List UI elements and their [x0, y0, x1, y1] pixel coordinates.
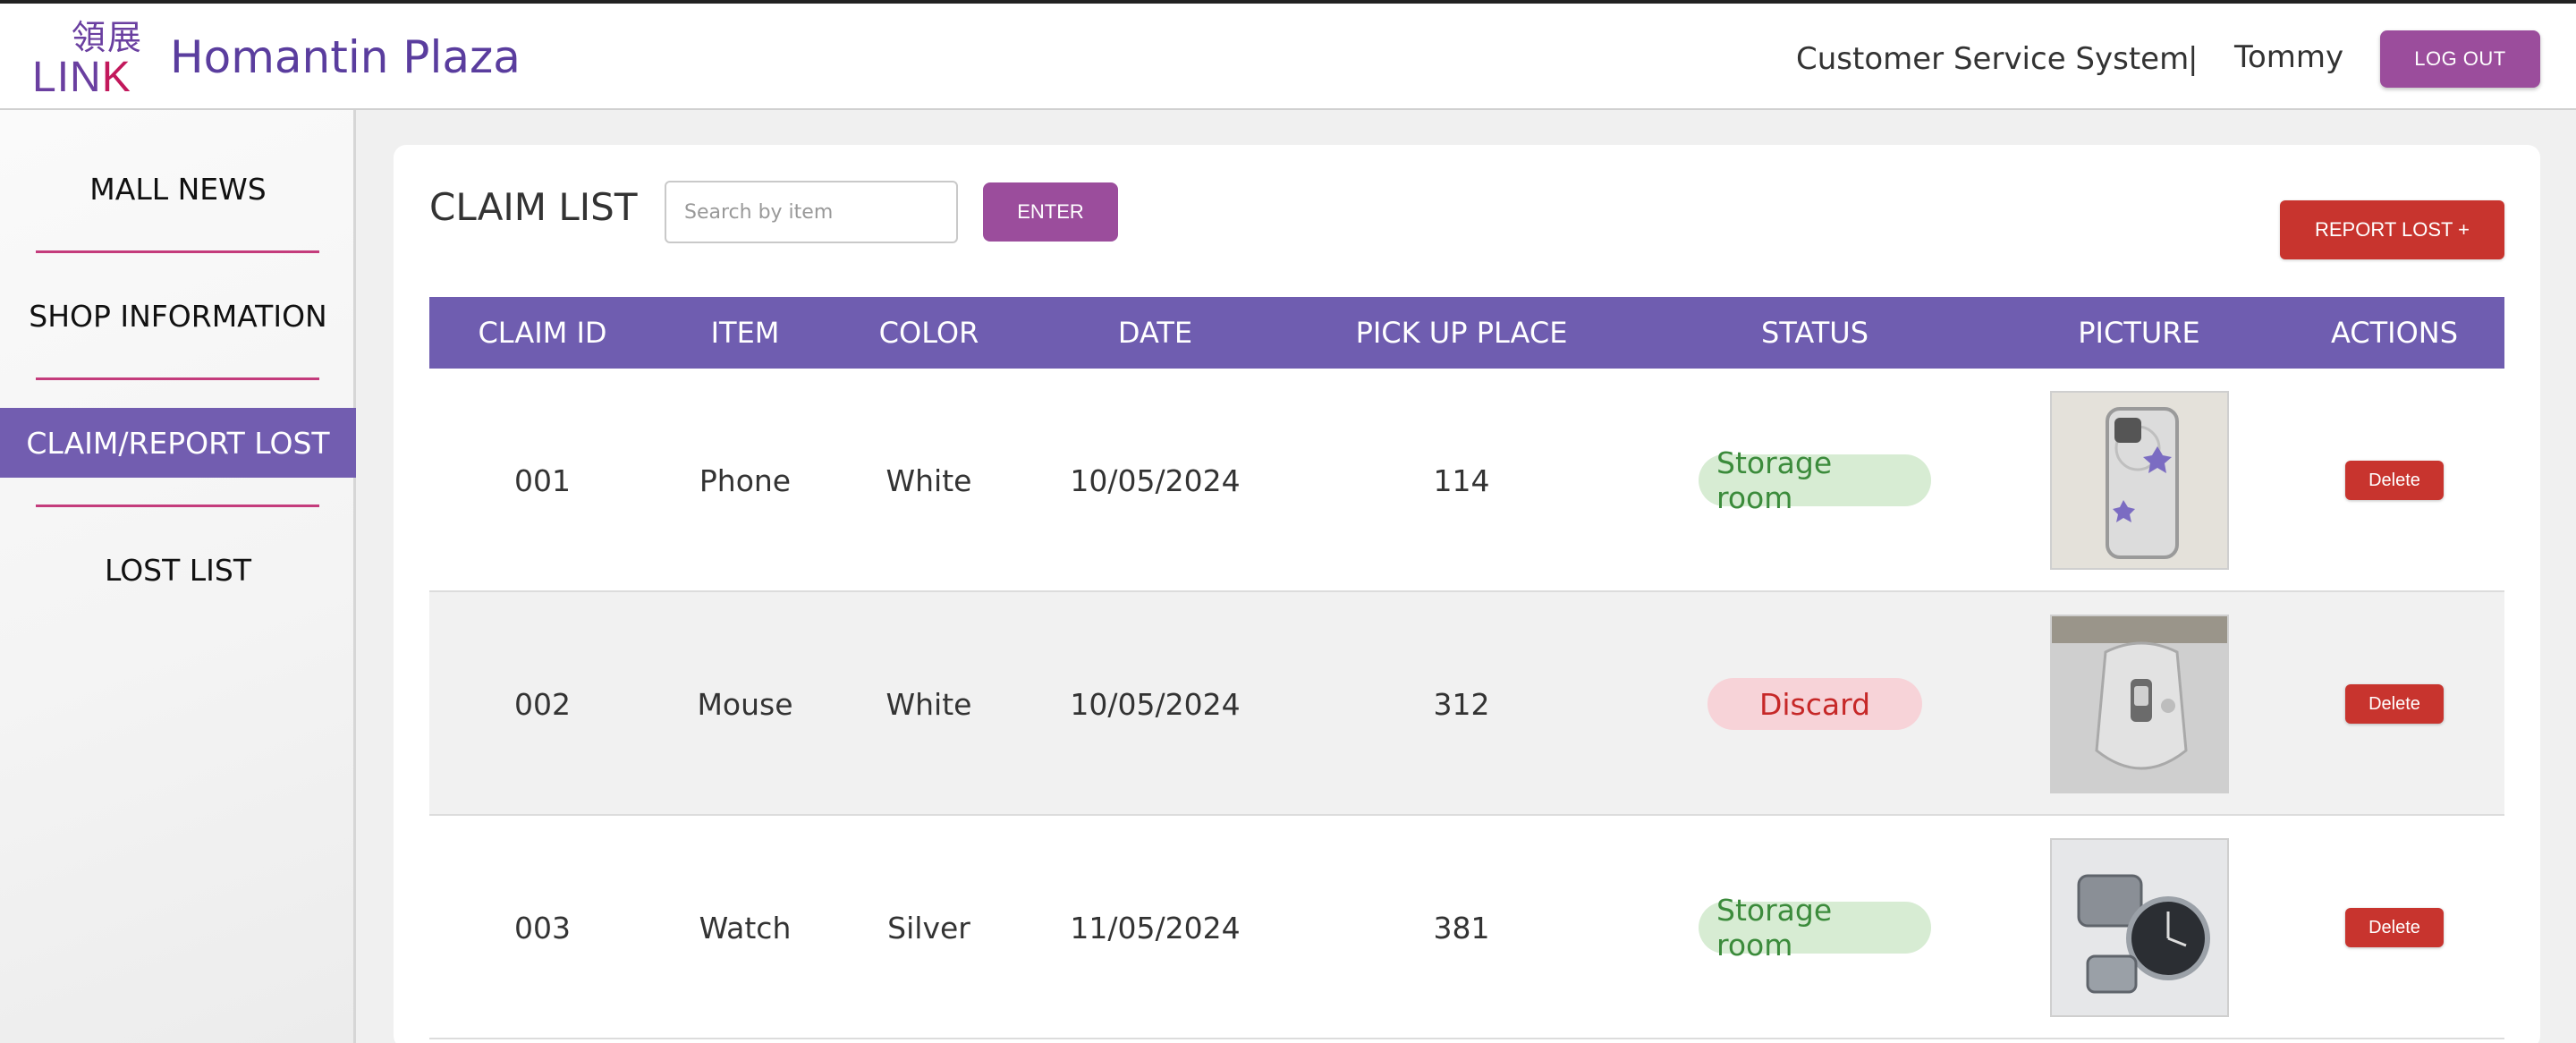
- status-cell: Storage room: [1636, 369, 1994, 592]
- item-cell: Mouse: [697, 686, 793, 722]
- claim-list-card: CLAIM LIST ENTER REPORT LOST + CLAIM ID …: [394, 145, 2540, 1043]
- mouse-photo[interactable]: [2049, 615, 2229, 793]
- actions-cell: Delete: [2284, 816, 2504, 1039]
- phone-photo[interactable]: [2049, 391, 2229, 570]
- delete-button[interactable]: Delete: [2345, 908, 2444, 947]
- pick-up-place-cell: 381: [1433, 910, 1490, 945]
- sidebar-separator: [36, 377, 319, 380]
- logo-wordmark: LINK: [32, 54, 131, 101]
- status-badge: Discard: [1707, 678, 1922, 730]
- column-header-pick-up-place[interactable]: PICK UP PLACE: [1287, 297, 1636, 369]
- logout-button[interactable]: LOG OUT: [2380, 30, 2540, 88]
- pick-up-place-cell: 312: [1433, 686, 1490, 722]
- actions-cell: Delete: [2284, 369, 2504, 592]
- header-separator: |: [2188, 41, 2199, 77]
- delete-button[interactable]: Delete: [2345, 461, 2444, 500]
- status-cell: Storage room: [1636, 816, 1994, 1039]
- top-header: 領展 LINK Homantin Plaza Customer Service …: [0, 0, 2576, 110]
- pick-up-place-cell: 114: [1433, 462, 1490, 498]
- date-cell: 11/05/2024: [1070, 910, 1241, 945]
- picture-cell: [1994, 369, 2284, 592]
- table-row: 002 Mouse White 10/05/2024 312 Discard D…: [429, 592, 2504, 816]
- date-cell: 10/05/2024: [1070, 686, 1241, 722]
- column-header-picture: PICTURE: [2078, 316, 2200, 350]
- user-name: Tommy: [2234, 39, 2344, 75]
- table-row: 003 Watch Silver 11/05/2024 381 Storage …: [429, 816, 2504, 1039]
- delete-button[interactable]: Delete: [2345, 684, 2444, 724]
- claim-id-cell: 003: [514, 910, 571, 945]
- column-header-date[interactable]: DATE: [1023, 297, 1287, 369]
- table-row: 001 Phone White 10/05/2024 114 Storage r…: [429, 369, 2504, 592]
- link-logo[interactable]: 領展 LINK: [32, 18, 148, 101]
- page-title: CLAIM LIST: [429, 185, 638, 229]
- claim-id-cell: 002: [514, 686, 571, 722]
- table-header: CLAIM ID ITEM COLOR DATE PICK UP PLACE S…: [429, 297, 2504, 369]
- item-cell: Phone: [699, 462, 792, 498]
- sidebar-item-lost-list[interactable]: LOST LIST: [0, 535, 356, 605]
- status-cell: Discard: [1636, 592, 1994, 816]
- sidebar-item-mall-news[interactable]: MALL NEWS: [0, 154, 356, 224]
- report-lost-button[interactable]: REPORT LOST +: [2280, 200, 2504, 259]
- actions-cell: Delete: [2284, 592, 2504, 816]
- date-cell: 10/05/2024: [1070, 462, 1241, 498]
- status-badge: Storage room: [1699, 445, 1931, 515]
- claim-table: CLAIM ID ITEM COLOR DATE PICK UP PLACE S…: [429, 297, 2504, 1039]
- search-input[interactable]: [665, 181, 958, 243]
- status-badge: Storage room: [1699, 893, 1931, 962]
- sidebar-separator: [36, 505, 319, 507]
- picture-cell: [1994, 816, 2284, 1039]
- claim-id-cell: 001: [514, 462, 571, 498]
- system-title: Customer Service System: [1796, 41, 2190, 77]
- column-header-color[interactable]: COLOR: [835, 297, 1023, 369]
- column-header-actions: ACTIONS: [2330, 316, 2459, 350]
- watch-photo[interactable]: [2049, 838, 2229, 1017]
- column-header-claim-id[interactable]: CLAIM ID: [429, 297, 656, 369]
- color-cell: White: [886, 686, 972, 722]
- item-cell: Watch: [699, 910, 792, 945]
- color-cell: Silver: [887, 910, 970, 945]
- sidebar-item-claim-report-lost[interactable]: CLAIM/REPORT LOST: [0, 408, 356, 478]
- color-cell: White: [886, 462, 972, 498]
- sidebar-item-shop-information[interactable]: SHOP INFORMATION: [0, 281, 356, 351]
- enter-button[interactable]: ENTER: [983, 182, 1118, 242]
- logo-cjk-text: 領展: [72, 18, 144, 57]
- sidebar-separator: [36, 250, 319, 253]
- picture-cell: [1994, 592, 2284, 816]
- mall-name: Homantin Plaza: [170, 31, 521, 83]
- column-header-item[interactable]: ITEM: [656, 297, 835, 369]
- column-header-status[interactable]: STATUS: [1636, 297, 1994, 369]
